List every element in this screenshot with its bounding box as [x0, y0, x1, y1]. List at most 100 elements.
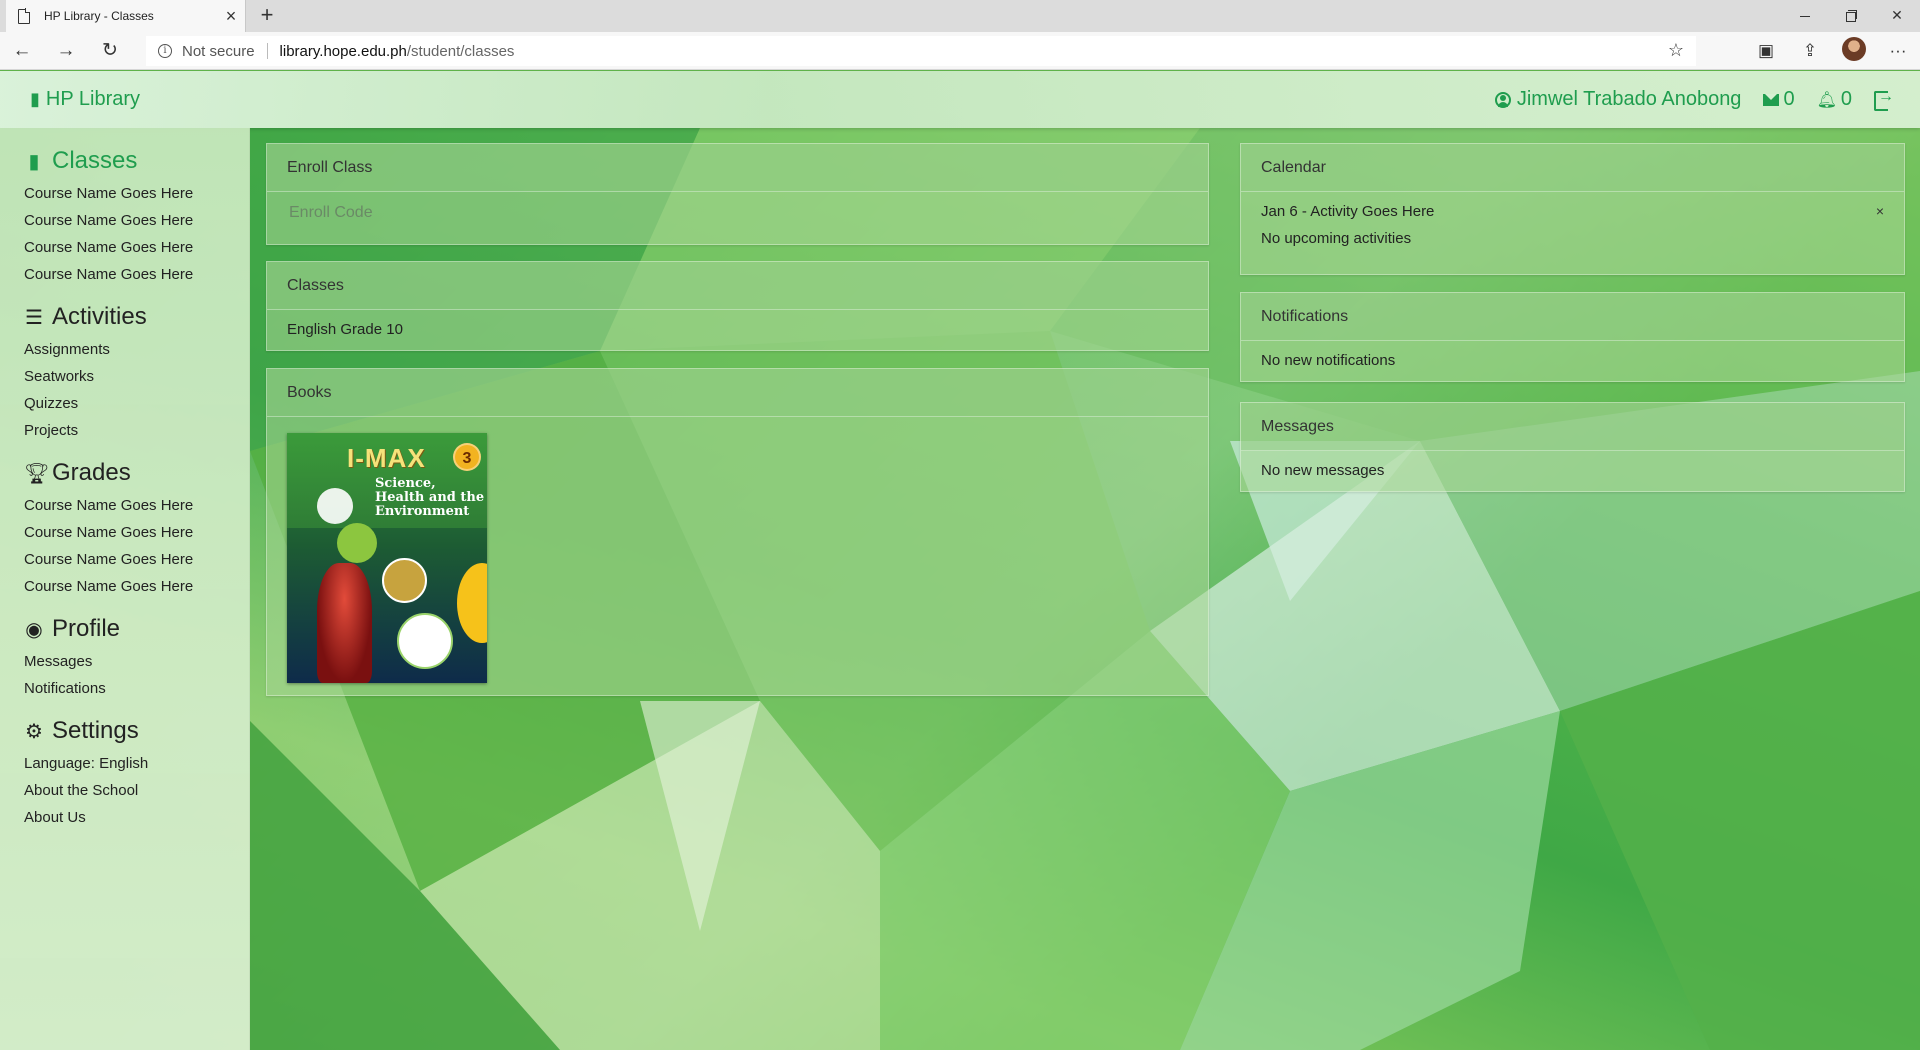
- logout-button[interactable]: [1874, 88, 1894, 111]
- new-tab-button[interactable]: +: [252, 0, 282, 32]
- sidebar-item-grade-course[interactable]: Course Name Goes Here: [24, 492, 249, 519]
- cover-anatomy-figure: [317, 563, 372, 683]
- browser-right-buttons: ▣ ⇪ ···: [1744, 32, 1920, 70]
- sidebar-item-grade-course[interactable]: Course Name Goes Here: [24, 546, 249, 573]
- book-icon: ▮: [30, 89, 40, 109]
- info-icon[interactable]: i: [158, 44, 172, 58]
- messages-link[interactable]: 0: [1763, 88, 1795, 111]
- sidebar-heading-profile[interactable]: ◉ Profile: [24, 610, 249, 648]
- sidebar-item-projects[interactable]: Projects: [24, 417, 249, 444]
- panel-title: Enroll Class: [267, 144, 1208, 192]
- browser-tabstrip: HP Library - Classes × + ✕: [0, 0, 1920, 32]
- sidebar-item-about-us[interactable]: About Us: [24, 804, 249, 831]
- user-circle-icon: ◉: [25, 618, 43, 641]
- browser-tab[interactable]: HP Library - Classes ×: [6, 0, 246, 32]
- sidebar-item-quizzes[interactable]: Quizzes: [24, 390, 249, 417]
- close-window-button[interactable]: ✕: [1874, 0, 1920, 32]
- bell-icon: 🔔︎: [1816, 91, 1837, 109]
- favorite-star-icon[interactable]: ☆: [1668, 40, 1684, 61]
- tab-title: HP Library - Classes: [44, 9, 154, 23]
- sidebar-item-course[interactable]: Course Name Goes Here: [24, 207, 249, 234]
- address-bar[interactable]: i Not secure library.hope.edu.ph/student…: [146, 36, 1696, 66]
- calendar-activity-text: Jan 6 - Activity Goes Here: [1261, 203, 1435, 220]
- calendar-activity[interactable]: Jan 6 - Activity Goes Here ×: [1261, 198, 1884, 225]
- sidebar-item-grade-course[interactable]: Course Name Goes Here: [24, 519, 249, 546]
- reading-view-icon[interactable]: ▣: [1744, 41, 1788, 61]
- sidebar-item-assignments[interactable]: Assignments: [24, 336, 249, 363]
- brand-link[interactable]: ▮ HP Library: [30, 71, 140, 128]
- browser-toolbar: ← → ↻ i Not secure library.hope.edu.ph/s…: [0, 32, 1920, 70]
- notifications-link[interactable]: 🔔︎ 0: [1817, 88, 1852, 111]
- sidebar-item-course[interactable]: Course Name Goes Here: [24, 180, 249, 207]
- navbar-right: Jimwel Trabado Anobong 0 🔔︎ 0: [1473, 71, 1894, 128]
- reload-button[interactable]: ↻: [88, 32, 132, 70]
- class-item[interactable]: English Grade 10: [287, 310, 1188, 350]
- minimize-button[interactable]: [1782, 0, 1828, 32]
- sidebar-item-about-school[interactable]: About the School: [24, 777, 249, 804]
- messages-count: 0: [1783, 88, 1795, 110]
- url-path: /student/classes: [406, 42, 515, 60]
- user-circle-icon: [1494, 91, 1511, 108]
- trophy-icon: 🏆︎: [24, 462, 50, 485]
- url-text[interactable]: library.hope.edu.ph/student/classes: [280, 43, 515, 60]
- sidebar-item-course[interactable]: Course Name Goes Here: [24, 234, 249, 261]
- notifications-panel: Notifications No new notifications: [1240, 292, 1905, 382]
- forward-button[interactable]: →: [44, 32, 88, 70]
- top-navbar: ▮ HP Library Jimwel Trabado Anobong 0 🔔︎…: [0, 71, 1920, 128]
- panel-body: No new notifications: [1241, 341, 1904, 381]
- sidebar-item-messages[interactable]: Messages: [24, 648, 249, 675]
- notifications-count: 0: [1840, 88, 1852, 110]
- book-open-icon: ▮: [28, 150, 40, 173]
- cover-circle: [317, 488, 353, 524]
- panel-title: Messages: [1241, 403, 1904, 451]
- sidebar-item-grade-course[interactable]: Course Name Goes Here: [24, 573, 249, 600]
- more-menu-icon[interactable]: ···: [1876, 41, 1920, 61]
- cover-circle: [337, 523, 377, 563]
- books-panel: Books I-MAX 3 Science, Health and the En…: [266, 368, 1209, 696]
- sidebar-heading-settings[interactable]: ⚙ Settings: [24, 712, 249, 750]
- page: ▮ HP Library Jimwel Trabado Anobong 0 🔔︎…: [0, 71, 1920, 1050]
- sidebar-heading-label: Activities: [52, 303, 147, 330]
- tab-close-icon[interactable]: ×: [217, 1, 245, 31]
- sign-out-icon: [1874, 88, 1894, 111]
- calendar-panel: Calendar Jan 6 - Activity Goes Here × No…: [1240, 143, 1905, 275]
- back-button[interactable]: ←: [0, 32, 44, 70]
- sidebar-section-activities: ☰ Activities Assignments Seatworks Quizz…: [0, 298, 249, 444]
- gear-icon: ⚙: [25, 720, 43, 743]
- share-icon[interactable]: ⇪: [1788, 41, 1832, 61]
- sidebar-item-language[interactable]: Language: English: [24, 750, 249, 777]
- sidebar-heading-activities[interactable]: ☰ Activities: [24, 298, 249, 336]
- messages-empty: No new messages: [1261, 462, 1385, 479]
- cover-volume-badge: 3: [453, 443, 481, 471]
- close-icon[interactable]: ×: [1876, 198, 1884, 225]
- sidebar-heading-label: Grades: [52, 459, 131, 486]
- cover-subtitle: Science, Health and the Environment: [375, 476, 485, 519]
- sidebar-heading-classes[interactable]: ▮ Classes: [24, 142, 249, 180]
- profile-avatar[interactable]: [1832, 36, 1876, 66]
- page-icon: [18, 8, 31, 24]
- cover-circle: [382, 558, 427, 603]
- window-controls: ✕: [1782, 0, 1920, 32]
- sidebar-section-grades: 🏆︎ Grades Course Name Goes Here Course N…: [0, 454, 249, 600]
- panel-title: Classes: [267, 262, 1208, 310]
- panel-body: [267, 192, 1208, 234]
- user-menu[interactable]: Jimwel Trabado Anobong: [1494, 88, 1741, 111]
- notifications-empty: No new notifications: [1261, 352, 1396, 369]
- brand-name: HP Library: [45, 88, 141, 110]
- sidebar-item-course[interactable]: Course Name Goes Here: [24, 261, 249, 288]
- sidebar-heading-grades[interactable]: 🏆︎ Grades: [24, 454, 249, 492]
- restore-button[interactable]: [1828, 0, 1874, 32]
- sidebar-heading-label: Classes: [52, 147, 138, 174]
- book-cover[interactable]: I-MAX 3 Science, Health and the Environm…: [287, 433, 487, 683]
- classes-panel: Classes English Grade 10: [266, 261, 1209, 351]
- calendar-empty: No upcoming activities: [1261, 230, 1412, 247]
- enroll-code-input[interactable]: [287, 192, 1188, 234]
- panel-title: Notifications: [1241, 293, 1904, 341]
- sidebar-item-seatworks[interactable]: Seatworks: [24, 363, 249, 390]
- url-host: library.hope.edu.ph: [279, 42, 407, 60]
- panel-body: No new messages: [1241, 451, 1904, 491]
- security-status: Not secure: [182, 42, 255, 60]
- sidebar-item-notifications[interactable]: Notifications: [24, 675, 249, 702]
- sidebar-section-profile: ◉ Profile Messages Notifications: [0, 610, 249, 702]
- cover-sun: [457, 563, 487, 643]
